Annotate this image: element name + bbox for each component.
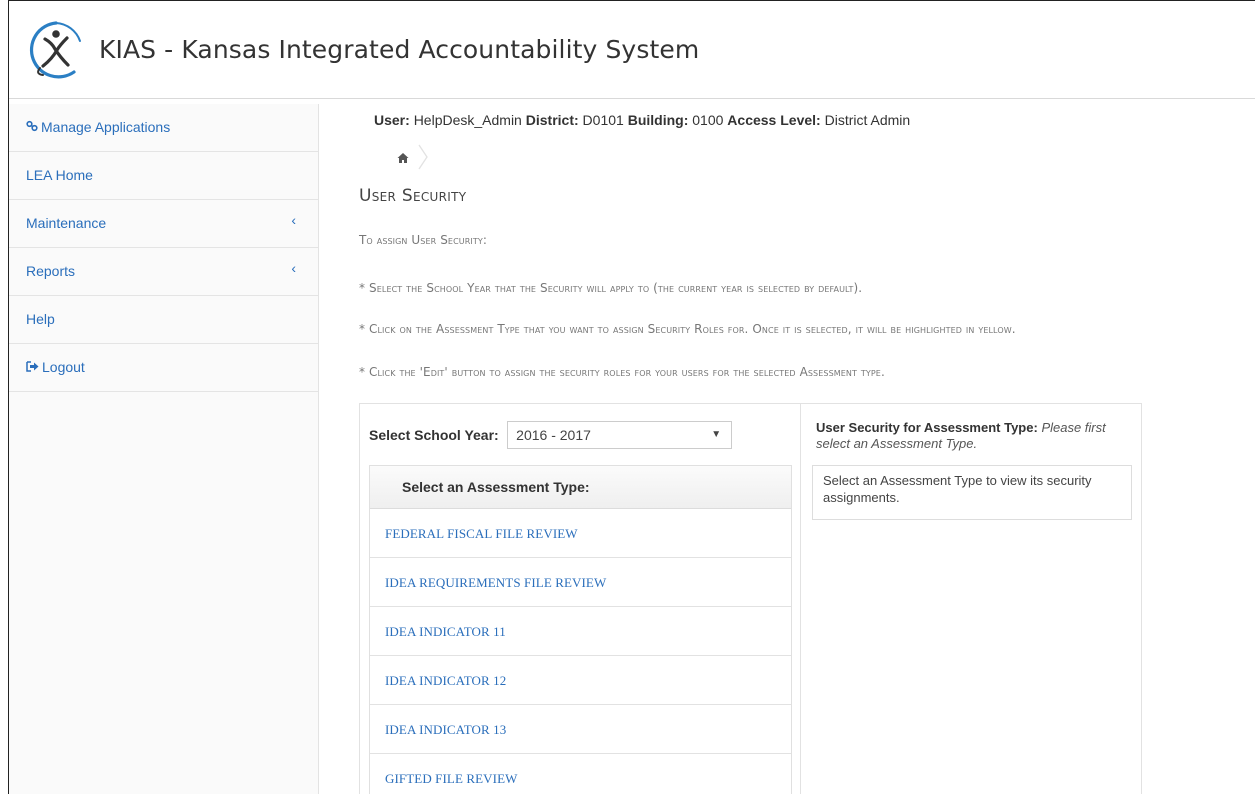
school-year-select[interactable]: 2016 - 2017 ▼ bbox=[507, 421, 733, 449]
main-content: User: HelpDesk_Admin District: D0101 Bui… bbox=[319, 104, 1255, 794]
district-value: D0101 bbox=[582, 112, 624, 128]
sidebar-item-label: Logout bbox=[42, 359, 85, 375]
list-item[interactable]: GIFTED FILE REVIEW bbox=[370, 754, 791, 794]
school-year-row: Select School Year: 2016 - 2017 ▼ bbox=[369, 421, 733, 449]
sidebar-item-label: Manage Applications bbox=[41, 119, 171, 135]
app-header: KIAS - Kansas Integrated Accountability … bbox=[9, 1, 1255, 99]
list-item[interactable]: IDEA INDICATOR 13 bbox=[370, 705, 791, 754]
security-title-bold: User Security for Assessment Type: bbox=[816, 420, 1038, 435]
district-label: District: bbox=[525, 112, 579, 128]
breadcrumb-separator-icon bbox=[418, 144, 428, 170]
user-info-bar: User: HelpDesk_Admin District: D0101 Bui… bbox=[374, 112, 910, 128]
assessment-column: Select School Year: 2016 - 2017 ▼ Select… bbox=[360, 404, 801, 794]
security-assignments-column: User Security for Assessment Type: Pleas… bbox=[801, 404, 1143, 794]
list-item[interactable]: IDEA INDICATOR 11 bbox=[370, 607, 791, 656]
building-label: Building: bbox=[627, 112, 689, 128]
instruction-step: * Click the 'Edit' button to assign the … bbox=[359, 365, 885, 379]
home-icon[interactable] bbox=[397, 152, 409, 164]
sidebar-item-label: Help bbox=[26, 311, 55, 327]
sidebar: Manage Applications LEA Home Maintenance… bbox=[9, 104, 319, 794]
instruction-step: * Select the School Year that the Securi… bbox=[359, 281, 863, 295]
sidebar-item-help[interactable]: Help bbox=[9, 296, 318, 344]
user-value: HelpDesk_Admin bbox=[413, 112, 522, 128]
access-level-value: District Admin bbox=[824, 112, 911, 128]
logout-icon bbox=[26, 345, 39, 391]
school-year-value: 2016 - 2017 bbox=[516, 427, 591, 443]
chevron-left-icon: ‹ bbox=[291, 212, 296, 228]
sidebar-item-label: Maintenance bbox=[26, 215, 107, 231]
list-item[interactable]: IDEA REQUIREMENTS FILE REVIEW bbox=[370, 558, 791, 607]
school-year-label: Select School Year: bbox=[369, 427, 499, 443]
security-assignments-title: User Security for Assessment Type: Pleas… bbox=[816, 420, 1141, 452]
kias-logo bbox=[29, 21, 81, 79]
list-item[interactable]: FEDERAL FISCAL FILE REVIEW bbox=[370, 509, 791, 558]
user-label: User: bbox=[374, 112, 410, 128]
dropdown-arrow-icon: ▼ bbox=[711, 429, 722, 440]
page-title: User Security bbox=[359, 186, 467, 206]
chevron-left-icon: ‹ bbox=[291, 260, 296, 276]
assessment-list-header: Select an Assessment Type: bbox=[370, 466, 791, 509]
instruction-step: * Click on the Assessment Type that you … bbox=[359, 322, 1016, 336]
sidebar-item-label: LEA Home bbox=[26, 167, 93, 183]
sidebar-item-logout[interactable]: Logout bbox=[9, 344, 318, 392]
assessment-type-list: Select an Assessment Type: FEDERAL FISCA… bbox=[369, 465, 792, 794]
access-level-label: Access Level: bbox=[727, 112, 821, 128]
link-icon bbox=[26, 105, 38, 151]
breadcrumb bbox=[397, 144, 437, 172]
security-assignments-message: Select an Assessment Type to view its se… bbox=[812, 465, 1132, 520]
instruction-intro: To assign User Security: bbox=[359, 233, 487, 247]
building-value: 0100 bbox=[692, 112, 724, 128]
security-panel: Select School Year: 2016 - 2017 ▼ Select… bbox=[359, 403, 1142, 794]
app-title: KIAS - Kansas Integrated Accountability … bbox=[99, 35, 700, 64]
sidebar-item-label: Reports bbox=[26, 263, 76, 279]
sidebar-item-lea-home[interactable]: LEA Home bbox=[9, 152, 318, 200]
list-item[interactable]: IDEA INDICATOR 12 bbox=[370, 656, 791, 705]
app-window: KIAS - Kansas Integrated Accountability … bbox=[8, 0, 1255, 794]
sidebar-item-manage-applications[interactable]: Manage Applications bbox=[9, 104, 318, 152]
sidebar-item-reports[interactable]: Reports ‹ bbox=[9, 248, 318, 296]
sidebar-item-maintenance[interactable]: Maintenance ‹ bbox=[9, 200, 318, 248]
